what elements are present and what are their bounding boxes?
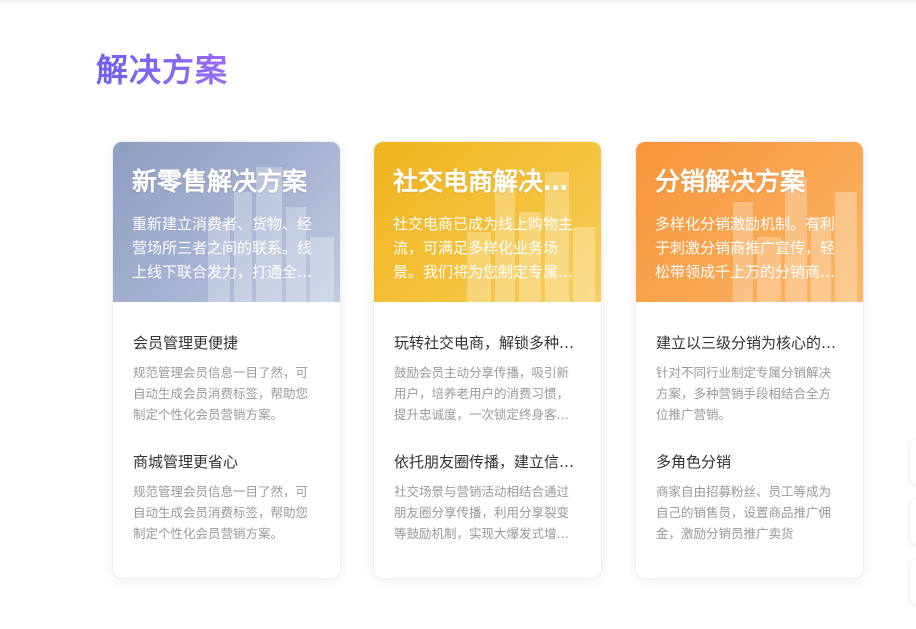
feature-description: 社交场景与营销活动相结合通过朋友圈分享传播，利用分享裂变等鼓励机制，实现大爆发式… [394, 484, 570, 541]
feature-title: 会员管理更便捷 [133, 334, 239, 352]
feature-item: 会员管理更便捷 规范管理会员信息一目了然，可自动生成会员消费标签，帮助您制定个性… [133, 332, 320, 425]
card-header: 社交电商解决方案 社交电商已成为线上购物主流，可满足多样化业务场景。我们将为您制… [374, 142, 601, 302]
solutions-page: 解决方案 新零售解决方案 重新建立消费者、货物、经营场所三者之间的联系。线上线下… [0, 0, 916, 629]
card-description: 社交电商已成为线上购物主流，可满足多样化业务场景。我们将为您制定专属社交电商解决… [393, 215, 574, 281]
feature-item: 多角色分销 商家自由招募粉丝、员工等成为自己的销售员，设置商品推广佣金，激励分销… [656, 451, 843, 544]
card-title: 社交电商解决方案 [393, 167, 583, 196]
card-description: 多样化分销激励机制。有利于刺激分销商推广宣传，轻松带领成千上万的分销商共同发展。 [655, 215, 836, 281]
solution-card-distribution[interactable]: 分销解决方案 多样化分销激励机制。有利于刺激分销商推广宣传，轻松带领成千上万的分… [635, 141, 864, 579]
feature-title: 建立以三级分销为核心的体系 [656, 334, 843, 352]
feature-item: 建立以三级分销为核心的体系 针对不同行业制定专属分销解决方案，多种营销手段相结合… [656, 332, 843, 425]
feature-description: 针对不同行业制定专属分销解决方案，多种营销手段相结合全方位推广营销。 [656, 365, 832, 422]
floating-side-button[interactable] [910, 440, 916, 484]
card-header: 分销解决方案 多样化分销激励机制。有利于刺激分销商推广宣传，轻松带领成千上万的分… [636, 142, 863, 302]
feature-item: 玩转社交电商，解锁多种玩法 鼓励会员主动分享传播，吸引新用户，培养老用户的消费习… [394, 332, 581, 425]
feature-item: 依托朋友圈传播，建立信任关系 社交场景与营销活动相结合通过朋友圈分享传播，利用分… [394, 451, 581, 544]
feature-title: 依托朋友圈传播，建立信任关系 [394, 453, 581, 471]
feature-title: 多角色分销 [656, 453, 732, 471]
header-shadow [0, 0, 916, 6]
card-title: 分销解决方案 [655, 167, 806, 196]
feature-description: 商家自由招募粉丝、员工等成为自己的销售员，设置商品推广佣金，激励分销员推广卖货 [656, 484, 832, 541]
section-title: 解决方案 [96, 51, 229, 89]
feature-title: 商城管理更省心 [133, 453, 239, 471]
floating-side-button[interactable] [910, 560, 916, 604]
feature-description: 鼓励会员主动分享传播，吸引新用户，培养老用户的消费习惯，提升忠诚度，一次锁定终身… [394, 365, 570, 422]
card-description: 重新建立消费者、货物、经营场所三者之间的联系。线上线下联合发力，打通全渠道营销闭… [132, 215, 313, 281]
card-header: 新零售解决方案 重新建立消费者、货物、经营场所三者之间的联系。线上线下联合发力，… [113, 142, 340, 302]
feature-description: 规范管理会员信息一目了然，可自动生成会员消费标签，帮助您制定个性化会员营销方案。 [133, 484, 309, 541]
feature-title: 玩转社交电商，解锁多种玩法 [394, 334, 581, 352]
card-body: 会员管理更便捷 规范管理会员信息一目了然，可自动生成会员消费标签，帮助您制定个性… [113, 302, 340, 544]
solution-card-new-retail[interactable]: 新零售解决方案 重新建立消费者、货物、经营场所三者之间的联系。线上线下联合发力，… [112, 141, 341, 579]
feature-description: 规范管理会员信息一目了然，可自动生成会员消费标签，帮助您制定个性化会员营销方案。 [133, 365, 309, 422]
card-title: 新零售解决方案 [132, 167, 308, 196]
card-body: 玩转社交电商，解锁多种玩法 鼓励会员主动分享传播，吸引新用户，培养老用户的消费习… [374, 302, 601, 544]
feature-item: 商城管理更省心 规范管理会员信息一目了然，可自动生成会员消费标签，帮助您制定个性… [133, 451, 320, 544]
card-body: 建立以三级分销为核心的体系 针对不同行业制定专属分销解决方案，多种营销手段相结合… [636, 302, 863, 544]
solution-card-social-ecommerce[interactable]: 社交电商解决方案 社交电商已成为线上购物主流，可满足多样化业务场景。我们将为您制… [373, 141, 602, 579]
floating-side-button[interactable] [910, 500, 916, 544]
